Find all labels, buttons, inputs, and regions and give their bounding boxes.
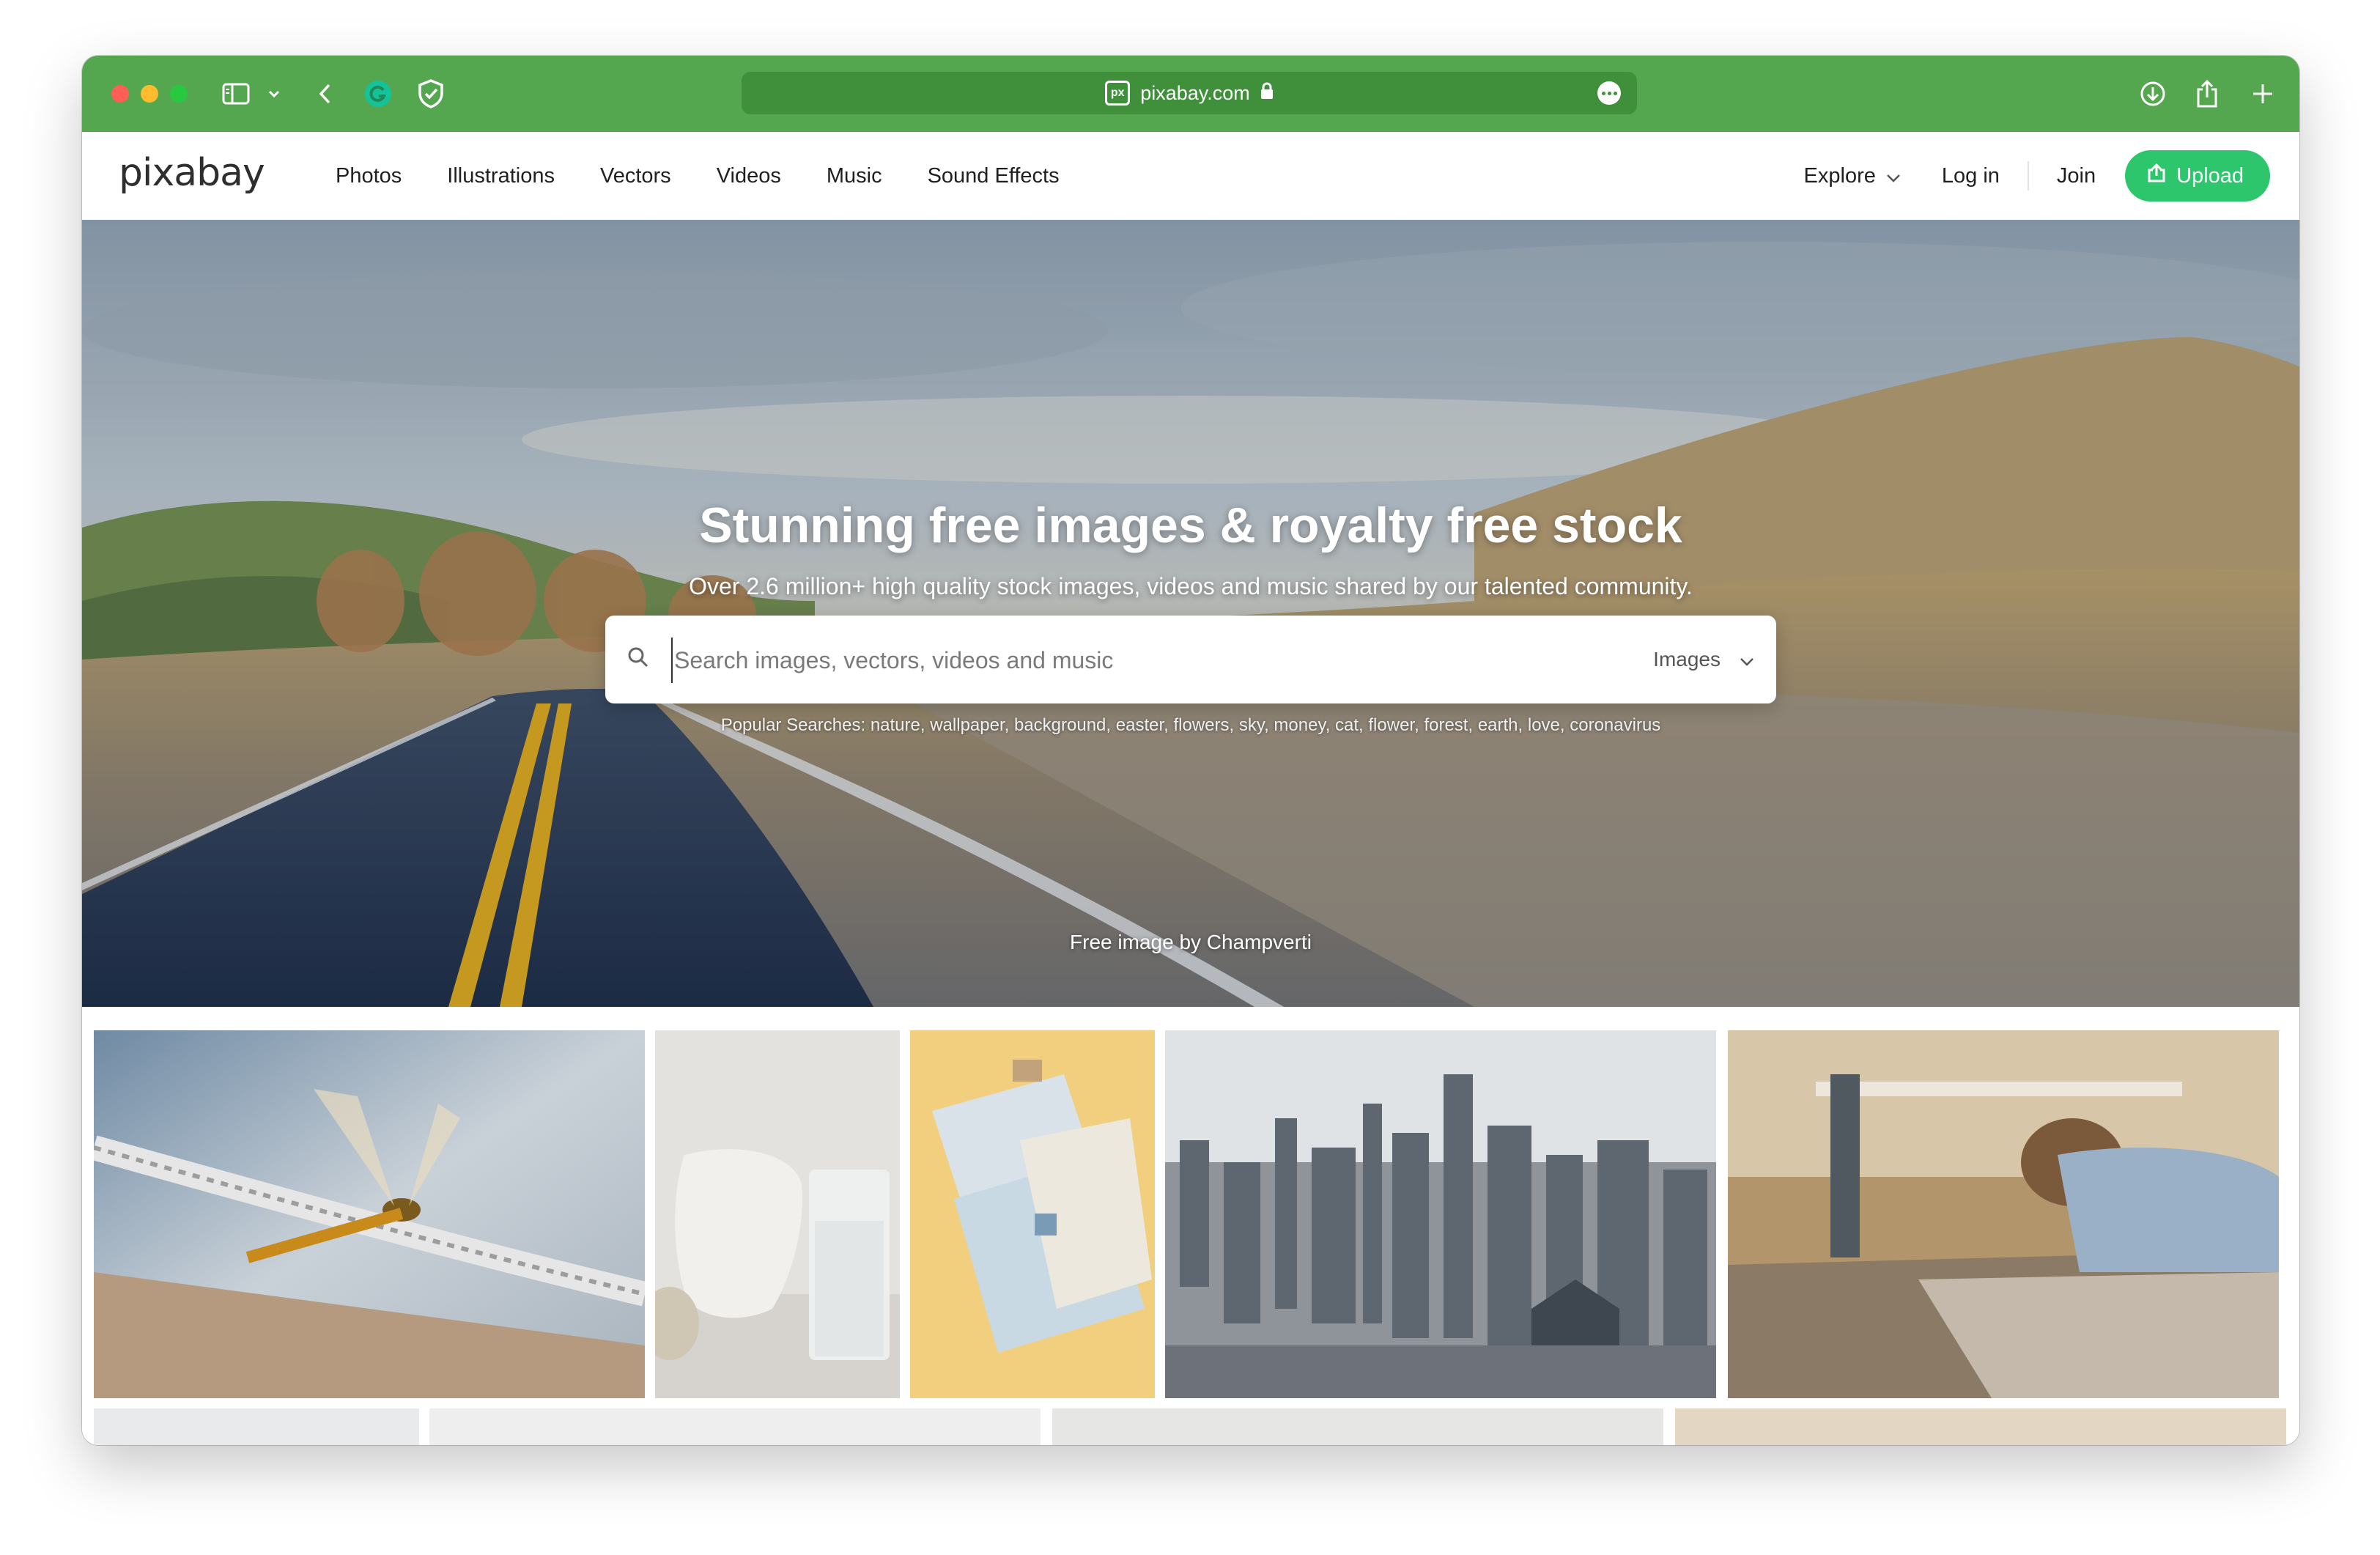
grammarly-icon[interactable] xyxy=(362,75,394,113)
close-window-button[interactable] xyxy=(111,85,129,103)
header-divider xyxy=(2027,161,2029,191)
lock-icon xyxy=(1260,82,1274,105)
pixabay-logo[interactable]: pixabay xyxy=(119,151,265,195)
hero-background-image xyxy=(82,220,2299,1007)
image-credit[interactable]: Free image by Champverti xyxy=(82,931,2299,954)
media-type-label: Images xyxy=(1653,648,1721,671)
site-header: pixabay Photos Illustrations Vectors Vid… xyxy=(82,132,2299,221)
popular-term[interactable]: coronavirus xyxy=(1570,715,1660,735)
login-link[interactable]: Log in xyxy=(1942,164,2000,188)
chevron-down-icon[interactable] xyxy=(267,75,281,113)
nav-illustrations[interactable]: Illustrations xyxy=(447,164,555,188)
page-menu-icon[interactable] xyxy=(1597,81,1621,105)
popular-term[interactable]: flowers xyxy=(1173,715,1229,735)
sidebar-icon[interactable] xyxy=(220,75,252,113)
popular-term[interactable]: easter xyxy=(1116,715,1164,735)
nav-music[interactable]: Music xyxy=(827,164,882,188)
nav-videos[interactable]: Videos xyxy=(717,164,781,188)
search-icon[interactable] xyxy=(627,646,649,672)
popular-term[interactable]: money xyxy=(1274,715,1325,735)
gallery-image-envelopes[interactable] xyxy=(910,1030,1155,1398)
back-icon[interactable] xyxy=(314,75,336,113)
popular-term[interactable]: flower xyxy=(1368,715,1414,735)
explore-label: Explore xyxy=(1803,163,1876,188)
popular-term[interactable]: background xyxy=(1014,715,1106,735)
hero-subtitle: Over 2.6 million+ high quality stock ima… xyxy=(689,573,1693,599)
popular-term[interactable]: sky xyxy=(1239,715,1264,735)
upload-label: Upload xyxy=(2176,163,2244,188)
url-display[interactable]: px pixabay.com xyxy=(742,72,1637,114)
upload-icon xyxy=(2147,163,2166,189)
share-icon[interactable] xyxy=(2192,75,2222,113)
hero-banner: Stunning free images & royalty free stoc… xyxy=(82,220,2299,1007)
nav-sound-effects[interactable]: Sound Effects xyxy=(928,164,1060,188)
popular-searches: Popular Searches: nature, wallpaper, bac… xyxy=(720,715,1661,735)
popular-term[interactable]: nature xyxy=(871,715,920,735)
popular-term[interactable]: love xyxy=(1528,715,1560,735)
gallery-image-dragonfly[interactable] xyxy=(94,1030,645,1398)
gallery-image-pitcher[interactable] xyxy=(655,1030,900,1398)
popular-label: Popular Searches: xyxy=(720,715,866,735)
search-input[interactable] xyxy=(671,638,1555,683)
image-gallery xyxy=(82,1007,2299,1445)
main-nav: Photos Illustrations Vectors Videos Musi… xyxy=(336,132,1105,220)
address-bar[interactable]: px pixabay.com xyxy=(742,72,1637,114)
popular-term[interactable]: wallpaper xyxy=(930,715,1004,735)
popular-term[interactable]: cat xyxy=(1335,715,1359,735)
popular-term[interactable]: forest xyxy=(1424,715,1468,735)
site-favicon: px xyxy=(1105,81,1131,106)
media-type-dropdown[interactable]: Images xyxy=(1653,616,1754,703)
gallery-image-partial-4[interactable] xyxy=(1675,1408,2286,1445)
browser-toolbar: px pixabay.com xyxy=(82,56,2299,132)
chevron-down-icon xyxy=(1886,164,1901,188)
nav-photos[interactable]: Photos xyxy=(336,164,402,188)
hero-title: Stunning free images & royalty free stoc… xyxy=(699,498,1682,553)
search-bar: Images xyxy=(605,616,1776,703)
gallery-image-partial-2[interactable] xyxy=(429,1408,1041,1445)
gallery-image-partial-3[interactable] xyxy=(1052,1408,1663,1445)
upload-button[interactable]: Upload xyxy=(2125,150,2270,202)
browser-window: px pixabay.com pixabay Photos Illustrati… xyxy=(82,56,2299,1445)
gallery-image-office[interactable] xyxy=(1728,1030,2279,1398)
gallery-image-partial-1[interactable] xyxy=(94,1408,419,1445)
explore-menu[interactable]: Explore xyxy=(1804,164,1901,188)
chevron-down-icon xyxy=(1740,648,1754,671)
download-icon[interactable] xyxy=(2138,75,2168,113)
zoom-window-button[interactable] xyxy=(170,85,188,103)
gallery-image-city[interactable] xyxy=(1165,1030,1716,1398)
shield-icon[interactable] xyxy=(415,75,447,113)
new-tab-icon[interactable] xyxy=(2248,75,2277,113)
nav-vectors[interactable]: Vectors xyxy=(600,164,671,188)
url-text: pixabay.com xyxy=(1140,81,1250,104)
popular-term[interactable]: earth xyxy=(1478,715,1518,735)
join-link[interactable]: Join xyxy=(2057,164,2096,188)
minimize-window-button[interactable] xyxy=(141,85,158,103)
header-actions: Explore Log in Join Upload xyxy=(1804,132,2270,220)
